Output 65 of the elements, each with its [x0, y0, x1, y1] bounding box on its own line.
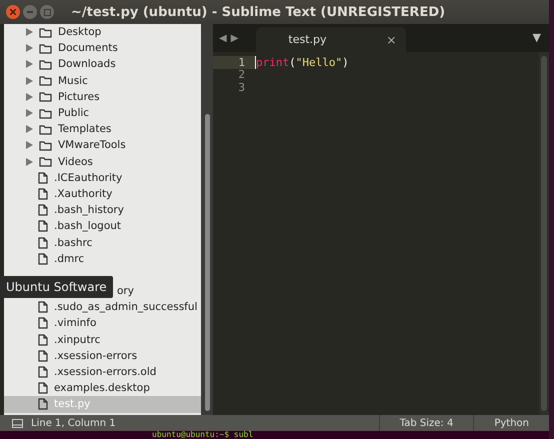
file-item[interactable]: .dmrc: [4, 250, 201, 267]
folder-item[interactable]: VMwareTools: [4, 137, 201, 154]
file-item[interactable]: .bash_logout: [4, 218, 201, 234]
file-item[interactable]: .bash_history: [4, 202, 201, 218]
maximize-button[interactable]: [40, 5, 54, 19]
folder-icon: [39, 42, 52, 54]
file-icon: [38, 301, 48, 314]
file-icon: [38, 398, 48, 410]
close-tab-button[interactable]: ×: [386, 32, 396, 46]
cursor-position: Line 1, Column 1: [31, 418, 116, 428]
folder-icon: [39, 26, 52, 38]
folder-icon: [39, 75, 52, 86]
minimize-button[interactable]: [23, 5, 37, 19]
panel-icon[interactable]: [12, 418, 23, 428]
folder-item[interactable]: Pictures: [4, 88, 201, 105]
folder-item[interactable]: Public: [4, 104, 201, 122]
file-icon: [38, 334, 48, 346]
line-number: 1: [213, 56, 255, 69]
file-icon: [38, 188, 48, 200]
window-title: ~/test.py (ubuntu) - Sublime Text (UNREGISTERED): [71, 4, 446, 20]
file-item[interactable]: .bashrc: [4, 234, 201, 251]
file-item[interactable]: .ICEauthority: [4, 170, 201, 186]
folder-item[interactable]: Downloads: [4, 56, 201, 73]
folder-item[interactable]: Desktop: [4, 24, 201, 40]
terminal-text: ubuntu@ubuntu:~$ subl: [0, 431, 549, 439]
line-number: 2: [237, 68, 246, 82]
folder-icon: [39, 58, 52, 70]
file-icon: [38, 236, 48, 249]
file-item[interactable]: .xsession-errors: [4, 348, 201, 364]
tooltip: Ubuntu Software: [0, 276, 113, 298]
file-icon: [38, 317, 48, 330]
folder-item[interactable]: Videos: [4, 154, 201, 170]
scrollbar-thumb[interactable]: [204, 114, 210, 411]
close-button[interactable]: [6, 5, 20, 19]
tab-forward-button[interactable]: ▶: [230, 32, 238, 44]
folder-icon: [39, 140, 52, 151]
file-item[interactable]: .Xauthority: [4, 186, 201, 202]
file-icon: [38, 204, 48, 216]
file-item[interactable]: examples.desktop: [4, 380, 201, 396]
scrollbar-thumb[interactable]: [541, 56, 547, 411]
file-icon: [38, 252, 48, 265]
file-icon: [38, 382, 48, 394]
file-item[interactable]: .sudo_as_admin_successful: [4, 299, 201, 316]
close-icon: [10, 9, 16, 15]
minimize-icon: [27, 11, 33, 13]
folder-icon: [39, 108, 52, 119]
folder-icon: [39, 91, 52, 102]
folder-item[interactable]: Documents: [4, 40, 201, 56]
file-icon: [38, 366, 48, 378]
file-icon: [38, 220, 48, 232]
file-item[interactable]: .xsession-errors.old: [4, 364, 201, 380]
line-number: 3: [237, 80, 246, 94]
file-item[interactable]: .xinputrc: [4, 332, 201, 348]
tab-menu-button[interactable]: ▼: [532, 31, 541, 44]
folder-item[interactable]: Templates: [4, 121, 201, 138]
file-icon: [38, 350, 48, 362]
folder-icon: [39, 124, 52, 135]
editor-tab[interactable]: test.py ×: [256, 27, 406, 52]
file-item[interactable]: .viminfo: [4, 315, 201, 332]
folder-icon: [39, 156, 52, 168]
file-icon: [38, 172, 48, 184]
maximize-icon: [44, 8, 50, 16]
folder-item[interactable]: Music: [4, 72, 201, 89]
tab-back-button[interactable]: ◀: [219, 32, 227, 44]
code-line: print("Hello"): [255, 56, 349, 69]
